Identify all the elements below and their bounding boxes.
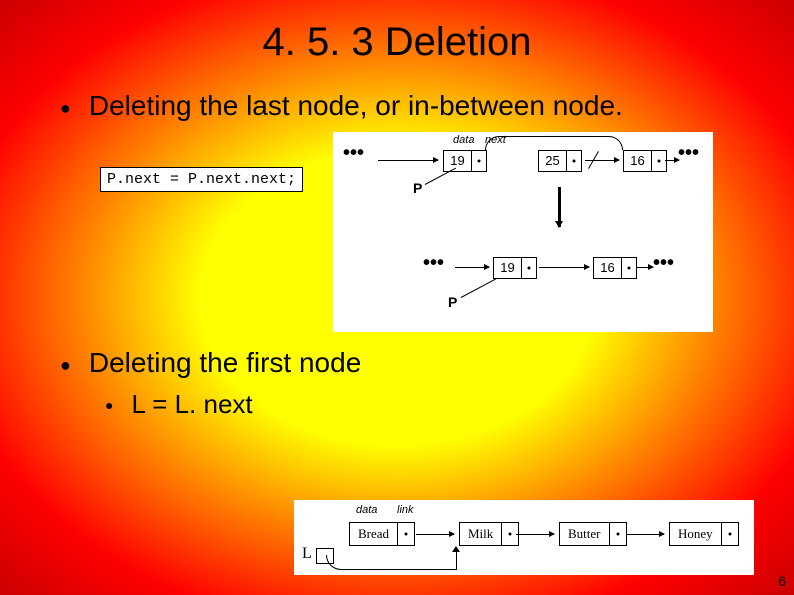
node-value: 19: [444, 151, 472, 171]
node-19-row2: 19: [493, 257, 537, 279]
arrow-icon: [585, 160, 619, 161]
bullet-dot-icon: ●: [105, 397, 113, 413]
slide-title: 4. 5. 3 Deletion: [50, 20, 744, 65]
p-pointer-label: P: [413, 180, 422, 196]
node-value: 25: [539, 151, 567, 171]
node-25-row1: 25: [538, 150, 582, 172]
link-label: link: [397, 504, 414, 516]
node-value: 16: [624, 151, 652, 171]
arrow-icon: [637, 267, 653, 268]
data-label: data: [356, 504, 377, 516]
node-19-row1: 19: [443, 150, 487, 172]
arrowhead-up-icon: [452, 546, 460, 552]
pointer-icon: [610, 523, 626, 545]
page-number: 6: [778, 573, 786, 589]
pointer-line-icon: [425, 168, 456, 185]
bullet-item-2: ● Deleting the first node: [60, 347, 744, 379]
list-node-bread: Bread: [349, 522, 415, 546]
pointer-icon: [652, 151, 666, 171]
sub-bullet-item: ● L = L. next: [105, 389, 744, 420]
list-item-value: Honey: [670, 523, 722, 545]
sub-bullet-text: L = L. next: [131, 389, 252, 420]
arrow-icon: [539, 267, 589, 268]
data-label: data: [453, 134, 474, 146]
ellipsis-icon: •••: [653, 252, 674, 275]
skip-arc-icon: [485, 136, 623, 150]
pointer-line-icon: [461, 278, 497, 298]
node-value: 16: [594, 258, 622, 278]
pointer-icon: [722, 523, 738, 545]
node-value: 19: [494, 258, 522, 278]
list-item-value: Milk: [460, 523, 502, 545]
ellipsis-icon: •••: [343, 142, 364, 165]
list-item-value: Butter: [560, 523, 610, 545]
linked-list-diagram-2: data link L Bread Milk Butter Honey: [294, 500, 754, 575]
l-pointer-label: L: [302, 545, 312, 563]
code-snippet: P.next = P.next.next;: [100, 167, 303, 192]
ellipsis-icon: •••: [423, 252, 444, 275]
node-16-row1: 16: [623, 150, 667, 172]
bullet-item-1: ● Deleting the last node, or in-between …: [60, 90, 744, 122]
linked-list-diagram-1: ••• data next 19 25 16 ••• P: [333, 132, 713, 332]
arrow-icon: [516, 534, 554, 535]
node-16-row2: 16: [593, 257, 637, 279]
bullet-dot-icon: ●: [60, 98, 71, 119]
pointer-icon: [398, 523, 414, 545]
list-node-honey: Honey: [669, 522, 739, 546]
bullet-1-text: Deleting the last node, or in-between no…: [89, 90, 623, 122]
list-node-butter: Butter: [559, 522, 627, 546]
ellipsis-icon: •••: [678, 142, 699, 165]
list-item-value: Bread: [350, 523, 398, 545]
pointer-icon: [472, 151, 486, 171]
bullet-2-text: Deleting the first node: [89, 347, 361, 379]
pointer-icon: [622, 258, 636, 278]
arrow-icon: [378, 160, 438, 161]
pointer-icon: [567, 151, 581, 171]
bullet-dot-icon: ●: [60, 355, 71, 376]
arrow-icon: [665, 160, 679, 161]
arrow-icon: [626, 534, 664, 535]
arrow-icon: [416, 534, 454, 535]
l-skip-arc-icon: [326, 555, 456, 570]
down-arrow-icon: [558, 187, 561, 227]
arrow-icon: [455, 267, 489, 268]
pointer-icon: [522, 258, 536, 278]
diagram-1-area: P.next = P.next.next; ••• data next 19 2…: [100, 132, 744, 332]
p-pointer-label: P: [448, 294, 457, 310]
list-node-milk: Milk: [459, 522, 519, 546]
